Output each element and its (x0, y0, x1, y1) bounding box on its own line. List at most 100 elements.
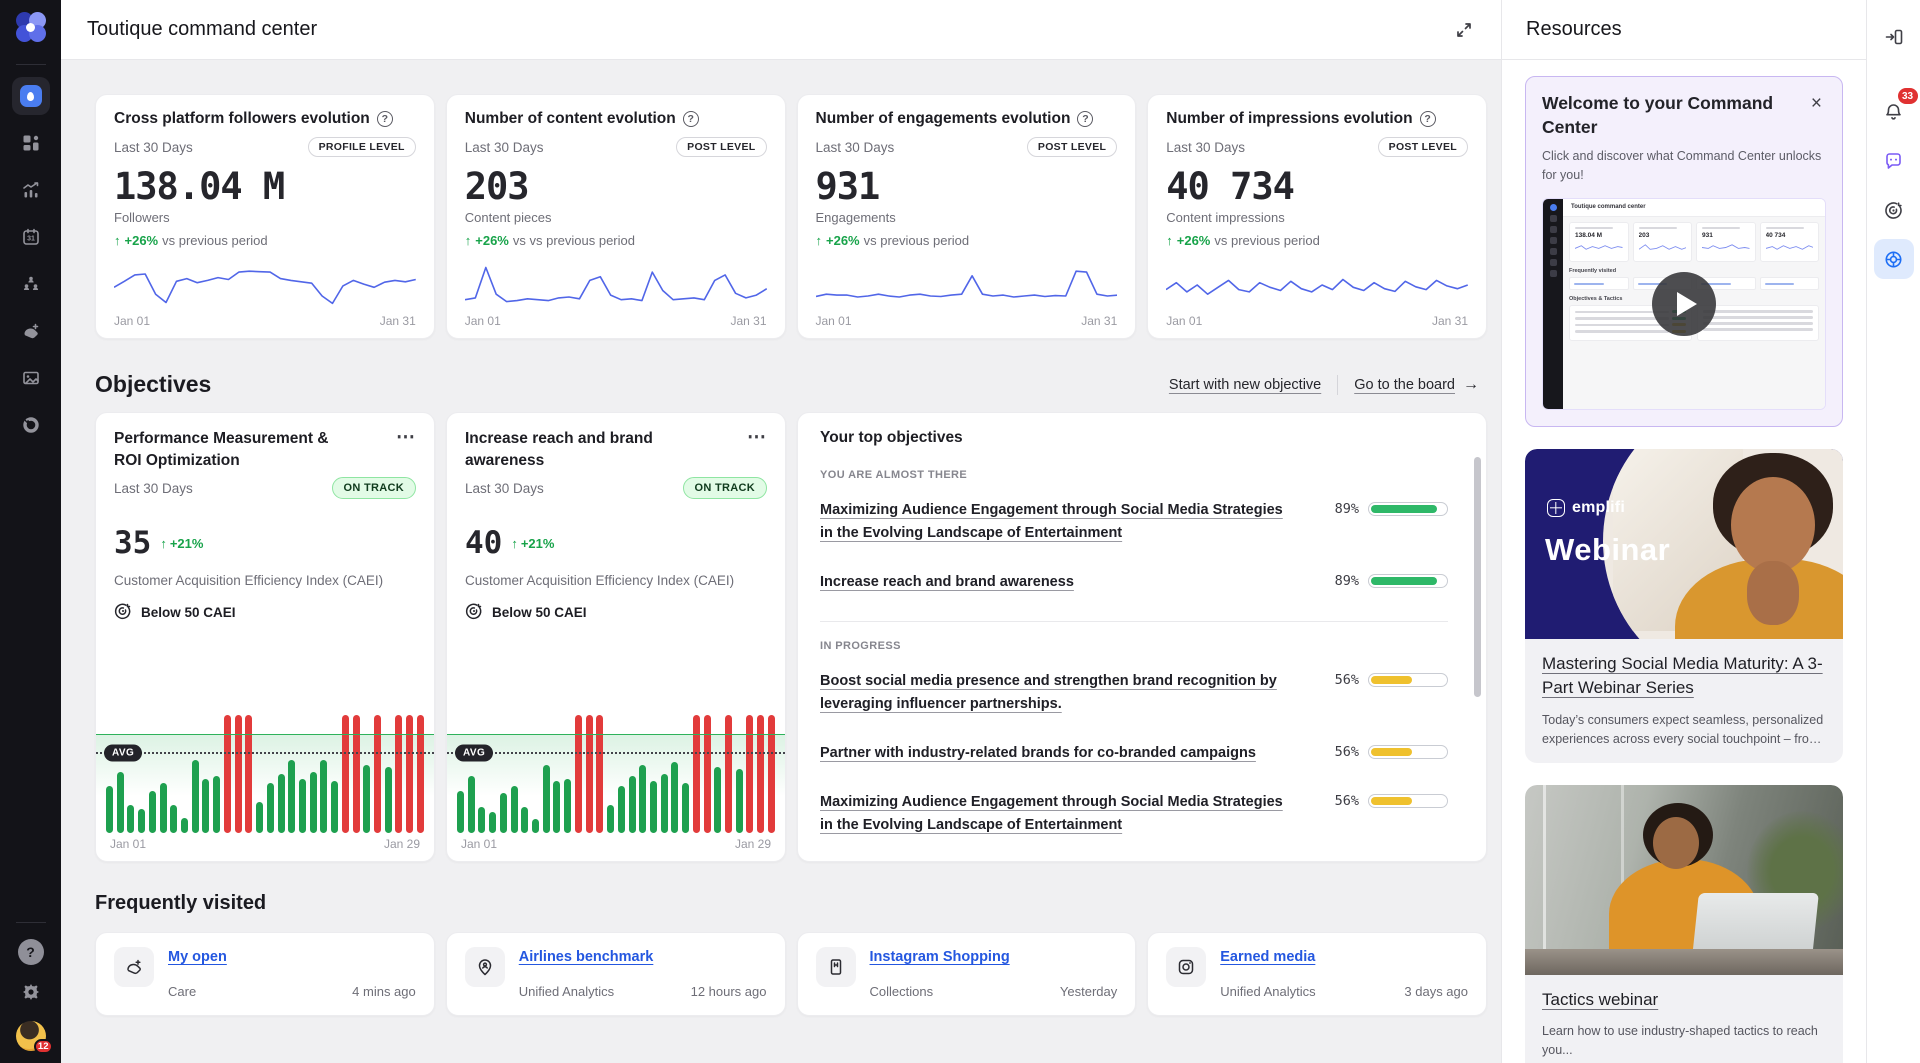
kpi-label: Engagements (816, 210, 1118, 225)
kpi-sparkline (1166, 252, 1468, 311)
kpi-card-content[interactable]: Number of content evolution ? Last 30 Da… (446, 94, 786, 339)
start-new-objective-link[interactable]: Start with new objective (1169, 377, 1321, 393)
more-options-button[interactable]: ⋯ (747, 428, 767, 447)
emplifi-logo[interactable] (14, 10, 48, 44)
app-label: Care (168, 984, 196, 999)
more-options-button[interactable]: ⋯ (396, 428, 416, 447)
kpi-value: 138.04 M (114, 165, 416, 208)
collapse-panel-button[interactable] (1874, 17, 1914, 57)
kpi-label: Followers (114, 210, 416, 225)
nav-media-button[interactable] (12, 359, 50, 397)
visited-time: 4 mins ago (352, 984, 416, 999)
objectives-row: Performance Measurement & ROI Optimizati… (95, 412, 1487, 862)
help-button[interactable]: ? (18, 939, 44, 965)
objective-period: Last 30 Days (465, 481, 544, 496)
nav-publisher-button[interactable]: 31 (12, 218, 50, 256)
close-icon[interactable]: × (1807, 92, 1826, 115)
frequently-visited-card[interactable]: Earned media Unified Analytics 3 days ag… (1147, 932, 1487, 1016)
kpi-title: Cross platform followers evolution (114, 110, 370, 128)
welcome-video-thumbnail[interactable]: Toutique command center 138.04 M 203 931… (1542, 198, 1826, 410)
status-badge: ON TRACK (683, 477, 767, 499)
tactics-webinar-link[interactable]: Tactics webinar (1542, 988, 1826, 1013)
mini-nav-rail (1543, 199, 1563, 409)
level-badge: PROFILE LEVEL (308, 137, 416, 157)
mini-title: Toutique command center (1563, 199, 1825, 217)
kpi-card-followers[interactable]: Cross platform followers evolution ? Las… (95, 94, 435, 339)
nav-bottom-divider (16, 922, 46, 923)
objective-link[interactable]: Boost social media presence and strength… (820, 670, 1335, 716)
nav-community-button[interactable] (12, 265, 50, 303)
kpi-delta: ↑ +26% vs previous period (1166, 233, 1468, 248)
command-center-icon (1883, 249, 1904, 270)
objective-link[interactable]: Partner with industry-related brands for… (820, 742, 1335, 765)
app-label: Unified Analytics (1220, 984, 1315, 999)
avatar-notification-badge: 12 (34, 1039, 53, 1054)
arrow-up-icon: ↑ (1166, 233, 1173, 248)
care-hand-icon (21, 321, 41, 341)
tactics-webinar-card[interactable]: Tactics webinar Learn how to use industr… (1525, 785, 1843, 1063)
objective-list-item: Boost social media presence and strength… (820, 670, 1448, 716)
objective-card-roi[interactable]: Performance Measurement & ROI Optimizati… (95, 412, 435, 862)
objective-link[interactable]: Maximizing Audience Engagement through S… (820, 499, 1335, 545)
help-icon[interactable]: ? (377, 111, 393, 127)
play-button[interactable] (1652, 272, 1716, 336)
objective-link[interactable]: Maximizing Audience Engagement through S… (820, 791, 1335, 837)
gear-icon (19, 980, 43, 1004)
nav-dashboards-button[interactable] (12, 124, 50, 162)
average-line: AVG (96, 752, 434, 754)
webinar-card[interactable]: emplifi Webinar Mastering Social Media M… (1525, 449, 1843, 763)
objective-list-item: Maximizing Audience Engagement through S… (820, 499, 1448, 545)
frequently-visited-link[interactable]: Instagram Shopping (870, 949, 1010, 965)
frequently-visited-card[interactable]: Airlines benchmark Unified Analytics 12 … (446, 932, 786, 1016)
objective-card-reach[interactable]: Increase reach and brand awareness ⋯ Las… (446, 412, 786, 862)
objective-title: Performance Measurement & ROI Optimizati… (114, 428, 354, 471)
nav-listening-button[interactable] (12, 406, 50, 444)
webinar-link[interactable]: Mastering Social Media Maturity: A 3-Par… (1542, 652, 1826, 701)
frequently-visited-link[interactable]: My open (168, 949, 227, 965)
kpi-x-axis: Jan 01Jan 31 (1166, 314, 1468, 328)
frequently-visited-card[interactable]: My open Care 4 mins ago (95, 932, 435, 1016)
progress-percent: 56% (1335, 793, 1359, 809)
frequently-visited-link[interactable]: Airlines benchmark (519, 949, 654, 965)
command-center-button[interactable] (1874, 239, 1914, 279)
kpi-delta: ↑ +26% vs previous period (114, 233, 416, 248)
link-divider (1337, 375, 1338, 395)
progress-percent: 89% (1335, 573, 1359, 589)
question-icon: ? (26, 944, 35, 960)
bars (106, 715, 424, 833)
progress-bar (1368, 502, 1448, 516)
nav-analytics-button[interactable] (12, 171, 50, 209)
svg-text:31: 31 (27, 236, 35, 243)
media-image-icon (21, 368, 41, 388)
kpi-title: Number of impressions evolution (1166, 110, 1412, 128)
goals-button[interactable] (1874, 190, 1914, 230)
status-badge: ON TRACK (332, 477, 416, 499)
notifications-button[interactable]: 33 (1874, 92, 1914, 132)
help-icon[interactable]: ? (1420, 111, 1436, 127)
go-to-board-link[interactable]: Go to the board → (1354, 376, 1479, 394)
level-badge: POST LEVEL (676, 137, 766, 157)
panel-scrollbar[interactable] (1474, 457, 1481, 697)
frequently-visited-card[interactable]: Instagram Shopping Collections Yesterday (797, 932, 1137, 1016)
frequently-visited-heading: Frequently visited (95, 892, 1487, 915)
kpi-card-engagements[interactable]: Number of engagements evolution ? Last 3… (797, 94, 1137, 339)
avg-label: AVG (455, 744, 493, 761)
assistant-button[interactable] (1874, 141, 1914, 181)
settings-button[interactable] (16, 977, 46, 1007)
page-title: Toutique command center (87, 18, 317, 41)
nav-care-button[interactable] (12, 312, 50, 350)
objective-value: 35 (114, 525, 151, 561)
objective-link[interactable]: Increase reach and brand awareness (820, 571, 1335, 594)
dashboard-grid-icon (21, 133, 41, 153)
objective-delta: ↑+21% (511, 536, 554, 551)
kpi-card-impressions[interactable]: Number of impressions evolution ? Last 3… (1147, 94, 1487, 339)
resources-panel: Resources Welcome to your Command Center… (1501, 0, 1866, 1063)
nav-home-button[interactable] (12, 77, 50, 115)
user-avatar[interactable]: 12 (16, 1021, 46, 1051)
frequently-visited-link[interactable]: Earned media (1220, 949, 1315, 965)
instagram-icon (1166, 947, 1206, 987)
help-icon[interactable]: ? (1077, 111, 1093, 127)
expand-button[interactable] (1449, 15, 1479, 45)
help-icon[interactable]: ? (683, 111, 699, 127)
list-divider (820, 621, 1448, 622)
